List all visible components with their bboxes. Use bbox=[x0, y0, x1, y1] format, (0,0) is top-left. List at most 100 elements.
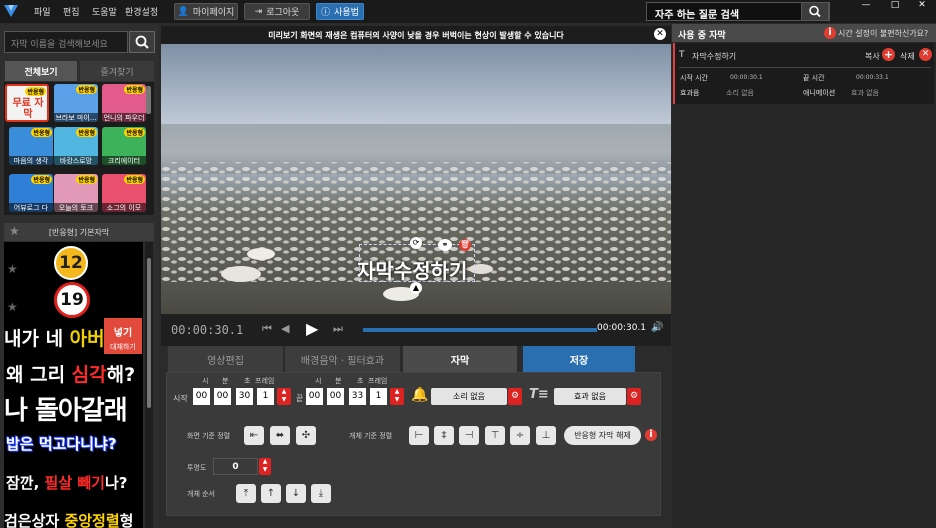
preview-line-4[interactable]: 밥은 먹고다니냐? bbox=[6, 433, 117, 454]
align-bottom-icon[interactable]: ⊥ bbox=[536, 426, 556, 445]
thumbnail-scrollbar[interactable] bbox=[146, 86, 151, 114]
end-time-value[interactable]: 00:00:33.1 bbox=[856, 74, 889, 81]
start-time-value[interactable]: 00:00:30.1 bbox=[730, 74, 763, 81]
end-stepper[interactable]: ▲ ▼ bbox=[390, 388, 404, 405]
tab-favorites[interactable]: 즐겨찾기 bbox=[80, 61, 154, 81]
insert-button[interactable]: 넣기 bbox=[104, 324, 142, 339]
anim-value[interactable]: 효과 없음 bbox=[851, 88, 879, 98]
end-hour-field[interactable]: 00 bbox=[306, 388, 323, 405]
subtitle-on-video[interactable]: 자막수정하기 bbox=[357, 255, 467, 284]
opacity-field[interactable]: 0 bbox=[213, 458, 258, 475]
thumbnail-item[interactable]: 반응형 언니의 파우더 bbox=[102, 84, 146, 122]
maximize-button[interactable]: □ bbox=[881, 0, 909, 12]
volume-icon[interactable]: 🔊 bbox=[651, 322, 663, 333]
effect-settings-icon[interactable]: ⚙ bbox=[627, 388, 641, 405]
align-center-h-icon[interactable]: ‡ bbox=[434, 426, 454, 445]
tab-all[interactable]: 전체보기 bbox=[5, 61, 77, 81]
effect-select[interactable]: 효과 없음 bbox=[554, 388, 626, 405]
preview-circle-12[interactable]: 12 bbox=[54, 246, 88, 280]
star-icon[interactable]: ★ bbox=[9, 224, 20, 238]
thumbnail-item[interactable]: 반응형 오늘의 토크 bbox=[54, 174, 98, 212]
bring-forward-icon[interactable]: ↑ bbox=[261, 484, 281, 503]
preview-scrollbar-thumb[interactable] bbox=[147, 258, 151, 408]
delete-icon[interactable]: ✕ bbox=[919, 48, 932, 61]
menu-help[interactable]: 도움말 bbox=[92, 5, 117, 18]
thumbnail-item[interactable]: 반응형 무료 자막 bbox=[5, 84, 49, 122]
thumbnail-item[interactable]: 반응형 바캉스로망 bbox=[54, 127, 98, 165]
star-icon[interactable]: ★ bbox=[7, 300, 18, 314]
preview-line-1[interactable]: 내가 네 아버 bbox=[4, 324, 105, 351]
preview-scrollbar-track[interactable] bbox=[145, 242, 153, 528]
delete-handle-icon[interactable]: 🗑 bbox=[459, 239, 471, 251]
screen-align-center-icon[interactable]: ⬌ bbox=[270, 426, 290, 445]
start-min-field[interactable]: 00 bbox=[214, 388, 231, 405]
help-button[interactable]: ⓘ 사용법 bbox=[316, 3, 364, 20]
preview-line-5[interactable]: 잠깐, 필살 빼기나? bbox=[6, 472, 127, 493]
align-right-icon[interactable]: ⊣ bbox=[459, 426, 479, 445]
step-forward-icon[interactable]: ⏭ bbox=[333, 322, 343, 336]
opacity-stepper[interactable]: ▲ ▼ bbox=[259, 458, 271, 475]
send-to-back-icon[interactable]: ⤓ bbox=[311, 484, 331, 503]
menu-settings[interactable]: 환경설정 bbox=[125, 5, 158, 18]
release-responsive-button[interactable]: 반응형 자막 해제 bbox=[564, 426, 641, 445]
sound-settings-icon[interactable]: ⚙ bbox=[508, 388, 522, 405]
align-left-icon[interactable]: ⊢ bbox=[409, 426, 429, 445]
tab-video-edit[interactable]: 영상편집 bbox=[168, 346, 283, 372]
copy-icon[interactable]: + bbox=[882, 48, 895, 61]
sound-select[interactable]: 소리 없음 bbox=[431, 388, 507, 405]
tab-music-filter[interactable]: 배경음악 · 필터효과 bbox=[285, 346, 400, 372]
skip-start-icon[interactable]: ⏮ bbox=[262, 322, 272, 336]
start-frame-field[interactable]: 1 bbox=[257, 388, 274, 405]
copy-label[interactable]: 복사 bbox=[865, 51, 880, 62]
video-preview[interactable]: 자막수정하기 ⟳ ⚭ 🗑 ▲ bbox=[161, 44, 671, 314]
end-frame-field[interactable]: 1 bbox=[370, 388, 387, 405]
timeline-slider[interactable] bbox=[363, 328, 597, 332]
info-icon[interactable]: i bbox=[645, 429, 657, 441]
move-handle-icon[interactable]: ▲ bbox=[410, 282, 422, 294]
thumbnail-item[interactable]: 반응형 브라보 마이... bbox=[54, 84, 98, 122]
logout-button[interactable]: ⇥ 로그아웃 bbox=[244, 3, 310, 20]
thumbnail-item[interactable]: 반응형 어뷰로그 다 bbox=[9, 174, 53, 212]
delete-label[interactable]: 삭제 bbox=[900, 51, 915, 62]
thumbnail-item[interactable]: 반응형 마음의 생각 bbox=[9, 127, 53, 165]
faq-search-button[interactable] bbox=[801, 2, 829, 21]
start-sec-field[interactable]: 30 bbox=[236, 388, 253, 405]
play-icon[interactable]: ▶ bbox=[306, 319, 318, 338]
close-notice-icon[interactable]: ✕ bbox=[654, 28, 666, 40]
start-stepper[interactable]: ▲ ▼ bbox=[277, 388, 291, 405]
preview-line-6[interactable]: 검은상자 중앙정렬형 bbox=[4, 510, 133, 528]
used-subtitle-item[interactable]: T 자막수정하기 복사 + 삭제 ✕ 시작 시간 00:00:30.1 끝 시간… bbox=[673, 43, 934, 104]
preview-circle-19[interactable]: 19 bbox=[54, 282, 90, 318]
align-top-icon[interactable]: ⊤ bbox=[485, 426, 505, 445]
sfx-value[interactable]: 소리 없음 bbox=[726, 88, 754, 98]
insert-overlay[interactable]: 넣기 대체하기 bbox=[104, 318, 142, 354]
mypage-button[interactable]: 👤 마이페이지 bbox=[174, 3, 238, 20]
screen-align-left-icon[interactable]: ⇤ bbox=[244, 426, 264, 445]
step-back-icon[interactable]: ◀ bbox=[281, 322, 289, 335]
subtitle-search-input[interactable]: 자막 이름을 검색해보세요 bbox=[4, 31, 128, 53]
menu-edit[interactable]: 편집 bbox=[63, 5, 80, 18]
preview-line-2[interactable]: 왜 그리 심각해? bbox=[6, 360, 135, 387]
time-help-link[interactable]: 시간 설정이 불편하신가요? bbox=[838, 28, 928, 39]
close-window-button[interactable]: ✕ bbox=[908, 0, 936, 12]
send-backward-icon[interactable]: ↓ bbox=[286, 484, 306, 503]
menu-file[interactable]: 파일 bbox=[34, 5, 51, 18]
thumbnail-item[interactable]: 반응형 소그의 이모 bbox=[102, 174, 146, 212]
replace-button[interactable]: 대체하기 bbox=[104, 342, 142, 352]
start-hour-field[interactable]: 00 bbox=[193, 388, 210, 405]
minimize-button[interactable]: — bbox=[852, 0, 880, 12]
link-handle-icon[interactable]: ⚭ bbox=[438, 239, 452, 251]
tab-subtitle[interactable]: 자막 bbox=[403, 346, 517, 372]
preview-line-3[interactable]: 나 돌아갈래 bbox=[4, 390, 128, 427]
subtitle-search-button[interactable] bbox=[129, 31, 155, 53]
rotate-handle-icon[interactable]: ⟳ bbox=[410, 237, 422, 249]
thumbnail-item[interactable]: 반응형 크리에이터 bbox=[102, 127, 146, 165]
star-icon[interactable]: ★ bbox=[7, 262, 18, 276]
bring-to-front-icon[interactable]: ⤒ bbox=[236, 484, 256, 503]
screen-align-middle-icon[interactable]: ✣ bbox=[296, 426, 316, 445]
help-icon[interactable]: i bbox=[824, 27, 836, 39]
end-sec-field[interactable]: 33 bbox=[349, 388, 366, 405]
end-min-field[interactable]: 00 bbox=[327, 388, 344, 405]
tab-save[interactable]: 저장 bbox=[523, 346, 635, 372]
align-center-v-icon[interactable]: ÷ bbox=[510, 426, 530, 445]
